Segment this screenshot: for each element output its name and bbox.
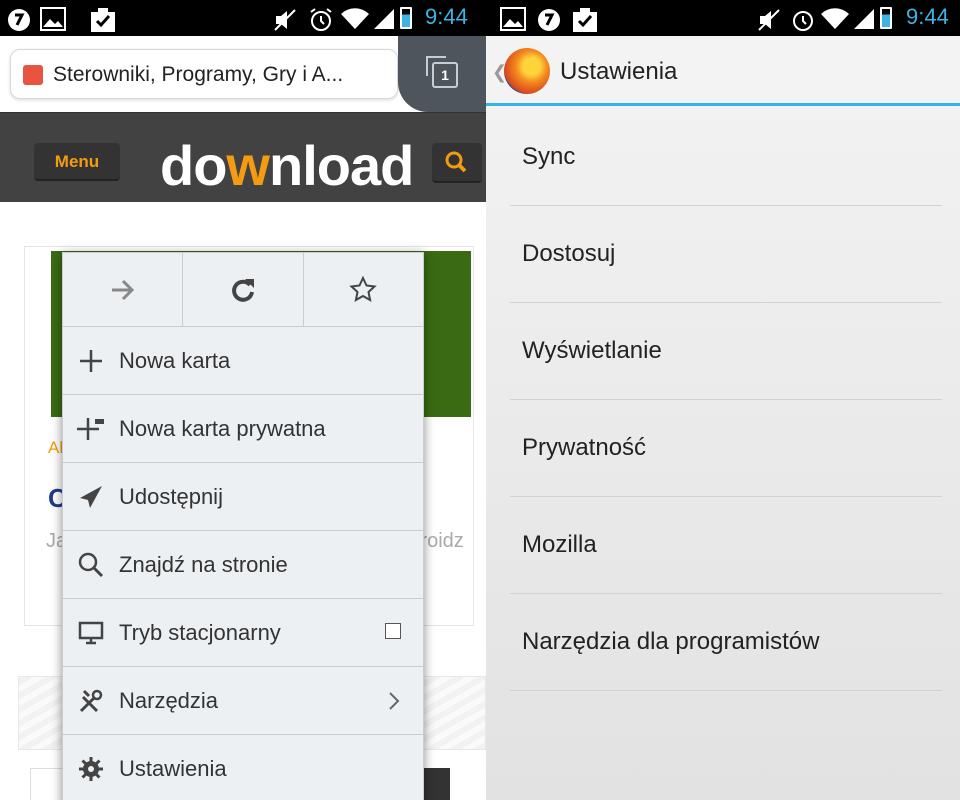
menu-item-tools[interactable]: Narzędzia — [63, 667, 423, 735]
menu-item-share[interactable]: Udostępnij — [63, 463, 423, 531]
page-title: Ustawienia — [560, 58, 678, 85]
settings-item-developer-tools[interactable]: Narzędzia dla programistów — [510, 594, 942, 691]
site-search-button[interactable] — [432, 143, 482, 183]
status-time: 9:44 — [425, 4, 468, 29]
menu-item-find-in-page[interactable]: Znajdź na stronie — [63, 531, 423, 599]
download-complete-icon — [90, 7, 116, 33]
logo-part-1: do — [160, 134, 227, 197]
tab-title-field[interactable]: Sterowniki, Programy, Gry i A... — [10, 49, 398, 99]
alarm-icon — [790, 7, 816, 33]
forward-button[interactable] — [63, 253, 184, 326]
menu-item-label: Ustawienia — [119, 756, 227, 781]
menu-item-label: Narzędzia — [119, 687, 219, 713]
logo-part-3: nload — [268, 134, 414, 197]
site-header: Menu download — [0, 112, 486, 202]
tabs-counter-button[interactable]: 1 — [426, 56, 458, 88]
search-icon — [445, 151, 467, 173]
status-bar: 9:44 — [486, 0, 960, 36]
action-bar: ❮ Ustawienia — [486, 36, 960, 106]
menu-item-desktop-mode[interactable]: Tryb stacjonarny — [63, 599, 423, 667]
battery-icon — [880, 7, 892, 29]
wifi-icon — [820, 7, 850, 31]
mute-icon — [272, 7, 298, 33]
firefox-logo-icon[interactable] — [504, 48, 550, 94]
download-complete-icon — [572, 7, 598, 33]
menu-item-new-tab[interactable]: Nowa karta — [63, 327, 423, 395]
menu-item-label: Znajdź na stronie — [119, 551, 288, 577]
monitor-icon — [63, 620, 119, 646]
menu-item-new-private-tab[interactable]: Nowa karta prywatna — [63, 395, 423, 463]
right-screen: 9:44 ❮ Ustawienia Sync Dostosuj Wyświetl… — [486, 0, 960, 800]
private-tab-plus-icon — [63, 416, 119, 442]
site-logo[interactable]: download — [160, 133, 414, 198]
menu-item-label: Udostępnij — [119, 483, 223, 509]
desktop-mode-checkbox[interactable] — [385, 623, 401, 639]
alarm-icon — [308, 7, 334, 33]
status-time: 9:44 — [906, 4, 949, 29]
settings-item-mozilla[interactable]: Mozilla — [510, 497, 942, 594]
status-bar: 9:44 — [0, 0, 486, 36]
logo-part-2: w — [226, 134, 270, 197]
notification-icon — [536, 7, 562, 33]
settings-list: Sync Dostosuj Wyświetlanie Prywatność Mo… — [510, 109, 942, 691]
menu-icon-row — [63, 253, 423, 327]
menu-item-label: Nowa karta — [119, 347, 231, 373]
battery-icon — [400, 7, 412, 29]
bookmark-button[interactable] — [304, 253, 423, 326]
menu-item-label: Nowa karta prywatna — [119, 415, 326, 441]
settings-item-sync[interactable]: Sync — [510, 109, 942, 206]
menu-item-settings[interactable]: Ustawienia — [63, 735, 423, 800]
forward-arrow-icon — [111, 279, 134, 300]
mute-icon — [756, 7, 782, 33]
left-screen: 9:44 Sterowniki, Programy, Gry i A... 1 … — [0, 0, 486, 800]
notification-icon — [6, 7, 32, 33]
signal-icon — [852, 7, 876, 31]
site-menu-button[interactable]: Menu — [34, 143, 120, 181]
settings-item-display[interactable]: Wyświetlanie — [510, 303, 942, 400]
share-icon — [63, 484, 119, 510]
image-icon — [500, 7, 526, 31]
search-icon — [63, 552, 119, 578]
settings-item-customize[interactable]: Dostosuj — [510, 206, 942, 303]
tools-icon — [63, 688, 119, 714]
wifi-icon — [340, 7, 370, 31]
gear-icon — [63, 756, 119, 782]
url-bar: Sterowniki, Programy, Gry i A... 1 — [0, 36, 486, 112]
star-icon — [349, 275, 378, 302]
reload-icon — [232, 278, 254, 302]
menu-item-label: Tryb stacjonarny — [119, 619, 281, 645]
chevron-right-icon — [387, 691, 401, 716]
browser-menu-popup: Nowa karta Nowa karta prywatna Udostępni… — [62, 252, 424, 800]
image-icon — [40, 7, 66, 31]
reload-button[interactable] — [183, 253, 304, 326]
settings-item-privacy[interactable]: Prywatność — [510, 400, 942, 497]
tabs-area: 1 — [398, 36, 486, 112]
plus-icon — [63, 348, 119, 374]
site-favicon-icon — [23, 65, 43, 85]
signal-icon — [372, 7, 396, 31]
tab-title: Sterowniki, Programy, Gry i A... — [53, 63, 344, 86]
